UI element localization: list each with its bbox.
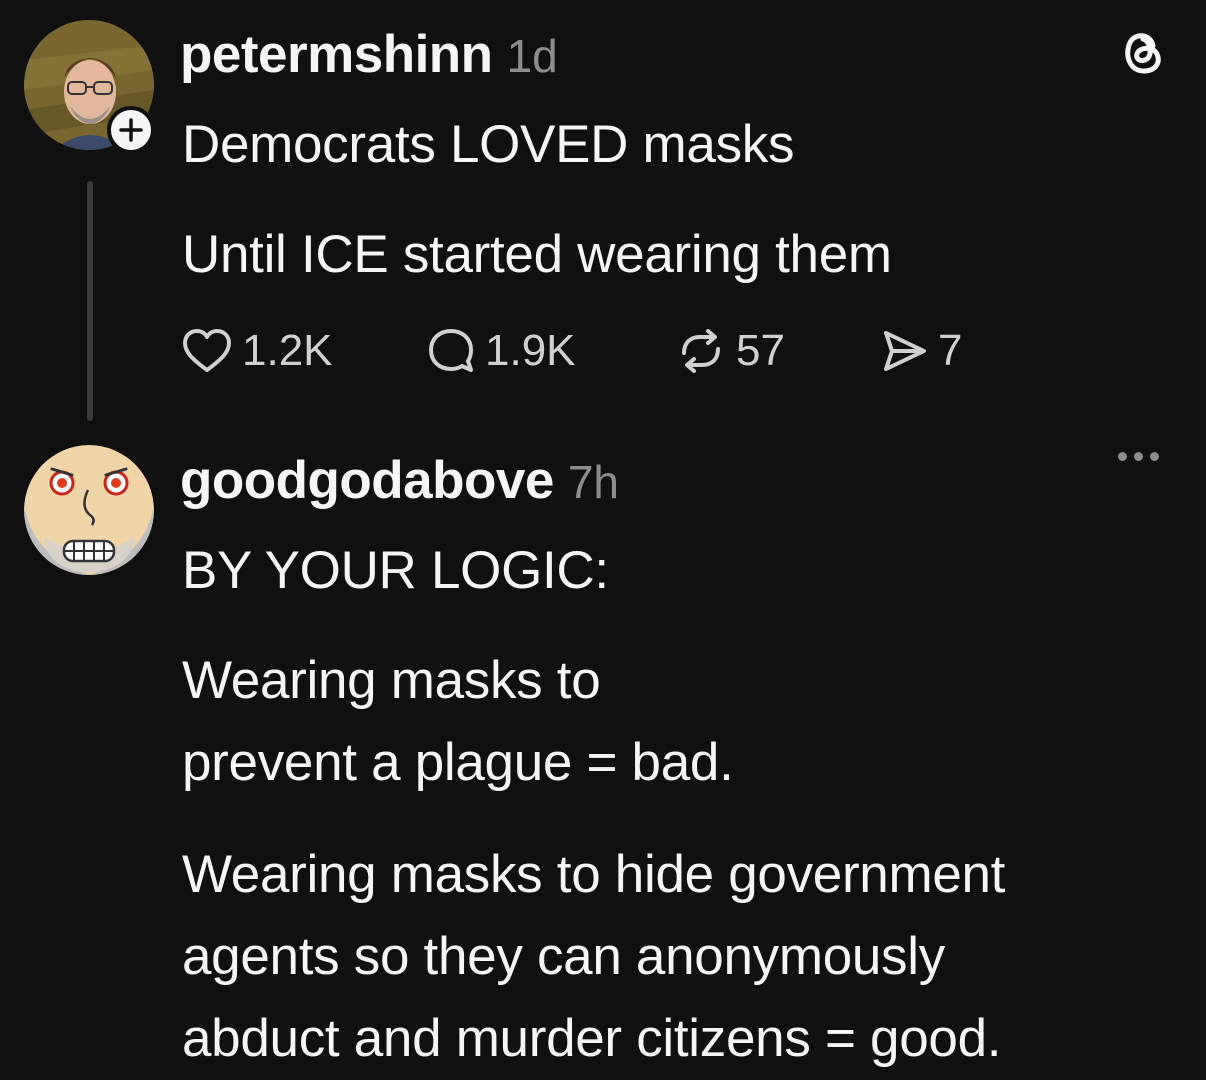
reply-timestamp: 7h <box>567 456 619 508</box>
reply-username[interactable]: goodgodabove <box>180 454 554 507</box>
follow-button[interactable] <box>107 106 155 154</box>
post-username[interactable]: petermshinn <box>180 28 493 81</box>
thread-connector-line <box>87 181 93 421</box>
plus-icon <box>119 118 143 142</box>
threads-logo-icon[interactable] <box>1117 23 1167 82</box>
reply-count: 1.9K <box>485 326 576 375</box>
comment-icon <box>429 329 473 372</box>
send-icon <box>884 331 926 371</box>
reply-text-block: Wearing masks to hide government agents … <box>182 845 1006 1068</box>
post-text-line: Until ICE started wearing them <box>182 225 892 284</box>
post-header: petermshinn 1d <box>180 28 558 83</box>
repost-count: 57 <box>736 326 785 375</box>
share-button[interactable]: 7 <box>878 323 962 379</box>
share-count: 7 <box>938 326 963 375</box>
avatar-angry-cartoon-face <box>24 445 154 575</box>
post-timestamp: 1d <box>506 30 558 82</box>
post-text-line: Democrats LOVED masks <box>182 115 795 174</box>
like-button[interactable]: 1.2K <box>180 323 333 379</box>
reply-text-block: Wearing masks to prevent a plague = bad. <box>182 651 734 792</box>
more-options-icon[interactable] <box>1118 452 1159 461</box>
reply-header: goodgodabove 7h <box>180 454 619 509</box>
repost-icon <box>682 329 720 373</box>
reply-button[interactable]: 1.9K <box>425 323 576 379</box>
reply-text-line: BY YOUR LOGIC: <box>182 541 609 600</box>
repost-button[interactable]: 57 <box>674 323 785 379</box>
like-count: 1.2K <box>242 326 333 375</box>
avatar[interactable] <box>24 445 154 575</box>
heart-icon <box>183 329 231 372</box>
